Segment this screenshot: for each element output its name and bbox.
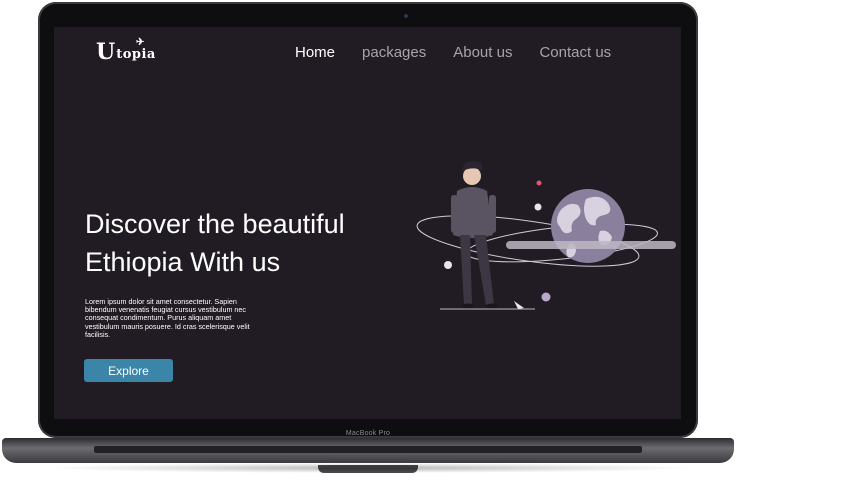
headline-line-1: Discover the beautiful (85, 209, 345, 239)
main-nav: Home packages About us Contact us (295, 44, 611, 61)
traveler-globe-illustration (416, 160, 676, 310)
dot-pink (536, 180, 542, 186)
hero-body-text: Lorem ipsum dolor sit amet consectetur. … (85, 297, 250, 339)
airplane-icon: ✈ (136, 37, 145, 48)
dot-white-1 (534, 203, 542, 211)
person-leg-left (460, 235, 472, 305)
laptop-model-label: MacBook Pro (345, 430, 391, 437)
small-plant (514, 301, 524, 309)
laptop-screen: U topia ✈ Home packages About us Contact… (54, 27, 681, 419)
camera-icon (404, 14, 408, 18)
person-leg-right (474, 235, 494, 305)
keyboard-strip (94, 446, 642, 453)
nav-home[interactable]: Home (295, 44, 335, 61)
headline-line-2: Ethiopia With us (85, 247, 281, 277)
nav-about-us[interactable]: About us (453, 44, 512, 61)
logo-rest: topia (116, 47, 156, 62)
dot-lilac (541, 292, 551, 302)
person-torso (453, 187, 493, 238)
cloud-band (506, 241, 676, 249)
nav-contact-us[interactable]: Contact us (539, 44, 611, 61)
laptop-frame: U topia ✈ Home packages About us Contact… (0, 0, 862, 491)
explore-button[interactable]: Explore (84, 359, 173, 382)
site-logo[interactable]: U topia ✈ (96, 37, 156, 65)
laptop-shadow (40, 463, 700, 473)
logo-first-letter: U (96, 39, 116, 65)
dot-white-2 (444, 261, 452, 269)
nav-packages[interactable]: packages (362, 44, 426, 61)
hero-headline: Discover the beautiful Ethiopia With us (85, 205, 425, 281)
